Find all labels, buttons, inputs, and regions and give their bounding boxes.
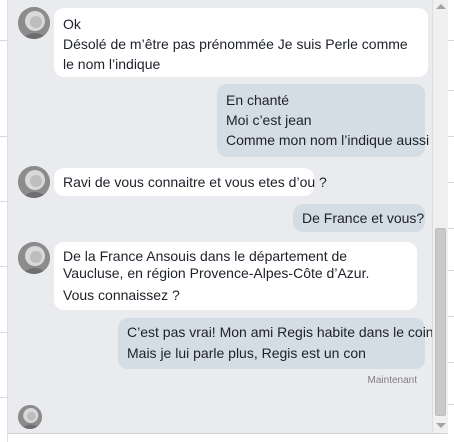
avatar[interactable] <box>18 242 50 274</box>
message-text: Vous connaissez ? <box>63 287 180 303</box>
message-text: De France et vous? <box>302 210 425 226</box>
message-text: Moi c’est jean <box>226 112 312 128</box>
message-text: Désolé de m’être pas prénommée Je suis P… <box>63 36 408 72</box>
scroll-up-icon[interactable] <box>436 4 446 9</box>
scrollbar-thumb[interactable] <box>435 228 446 416</box>
message-text: En chanté <box>226 92 290 108</box>
message-bubble-outgoing: C’est pas vrai! Mon ami Regis habite dan… <box>118 318 438 369</box>
avatar[interactable] <box>18 7 50 39</box>
message-text: De la France Ansouis dans le département… <box>63 248 370 281</box>
message-bubble-incoming: Ok Désolé de m’être pas prénommée Je sui… <box>54 8 428 77</box>
message-bubble-incoming: Ravi de vous connaitre et vous etes d’ou… <box>54 168 327 196</box>
message-bubble-incoming: De la France Ansouis dans le département… <box>54 242 417 310</box>
right-panel-edge <box>448 0 454 442</box>
message-timestamp: Maintenant <box>367 375 417 386</box>
message-bubble-outgoing: De France et vous? <box>293 204 425 232</box>
message-text: Ravi de vous connaitre et vous etes d’ou… <box>63 174 327 190</box>
message-text: Mais je lui parle plus, Regis est un con <box>127 345 366 361</box>
avatar[interactable] <box>18 166 50 198</box>
message-text: Ok <box>63 16 81 32</box>
message-input[interactable] <box>8 433 448 442</box>
chat-conversation[interactable]: Ok Désolé de m’être pas prénommée Je sui… <box>8 0 438 433</box>
scroll-down-icon[interactable] <box>436 423 446 428</box>
message-text: Comme mon nom l’indique aussi <box>226 132 430 148</box>
message-bubble-outgoing: En chanté Moi c’est jean Comme mon nom l… <box>217 84 430 157</box>
chat-scrollbar[interactable] <box>432 0 449 433</box>
left-panel-edge <box>0 0 8 442</box>
message-text: C’est pas vrai! Mon ami Regis habite dan… <box>127 324 438 340</box>
avatar[interactable] <box>18 405 42 429</box>
